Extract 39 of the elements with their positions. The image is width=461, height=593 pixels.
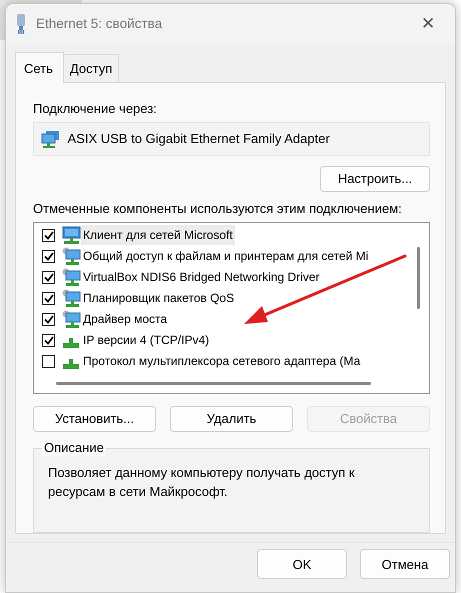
connect-via-label: Подключение через: [33, 100, 158, 118]
configure-button[interactable]: Настроить... [320, 166, 430, 192]
group-title: Описание [42, 440, 106, 456]
ethernet-plug-icon [16, 14, 26, 34]
horizontal-scrollbar[interactable] [56, 382, 371, 384]
checkbox[interactable] [42, 228, 55, 242]
network-protocol-icon [63, 338, 79, 348]
checkbox[interactable] [42, 354, 55, 368]
component-item[interactable]: IP версии 4 (TCP/IPv4) [81, 330, 212, 350]
service-monitor-icon [62, 310, 81, 328]
service-monitor-icon [62, 289, 81, 307]
component-item[interactable]: VirtualBox NDIS6 Bridged Networking Driver [81, 267, 322, 287]
checkbox[interactable] [42, 292, 55, 304]
component-item[interactable]: Драйвер моста [81, 309, 170, 329]
adapter-name: ASIX USB to Gigabit Ethernet Family Adapter [68, 130, 330, 148]
window-title: Ethernet 5: свойства [36, 14, 164, 33]
network-adapter-icon [41, 130, 61, 148]
service-monitor-icon [62, 247, 81, 265]
vertical-scrollbar[interactable] [417, 246, 420, 308]
component-item[interactable]: Протокол мультиплексора сетевого адаптера (Ма [81, 351, 362, 371]
components-label: Отмеченные компоненты используются этим подключением: [33, 200, 403, 218]
action-button[interactable]: Удалить [170, 406, 293, 432]
checkbox[interactable] [42, 250, 55, 262]
client-monitor-icon [62, 226, 81, 244]
service-monitor-icon [62, 268, 81, 286]
network-protocol-icon [63, 359, 79, 369]
checkbox[interactable] [42, 270, 55, 284]
tab[interactable]: Сеть [15, 52, 64, 82]
component-item[interactable]: Планировщик пакетов QoS [81, 288, 236, 308]
tab[interactable]: Доступ [62, 54, 120, 82]
dialog-button[interactable]: OK [257, 549, 347, 580]
component-item[interactable]: Общий доступ к файлам и принтерам для сетей Mi [81, 246, 370, 266]
close-button[interactable]: ✕ [411, 9, 445, 39]
action-button[interactable]: Установить... [33, 406, 156, 432]
checkbox[interactable] [42, 312, 55, 326]
description-text: Позволяет данному компьютеру получать доступ к ресурсам в сети Майкрософт. [48, 464, 356, 501]
dialog-button[interactable]: Отмена [360, 549, 450, 580]
checkbox[interactable] [42, 334, 55, 346]
component-item[interactable]: Клиент для сетей Microsoft [81, 225, 235, 245]
